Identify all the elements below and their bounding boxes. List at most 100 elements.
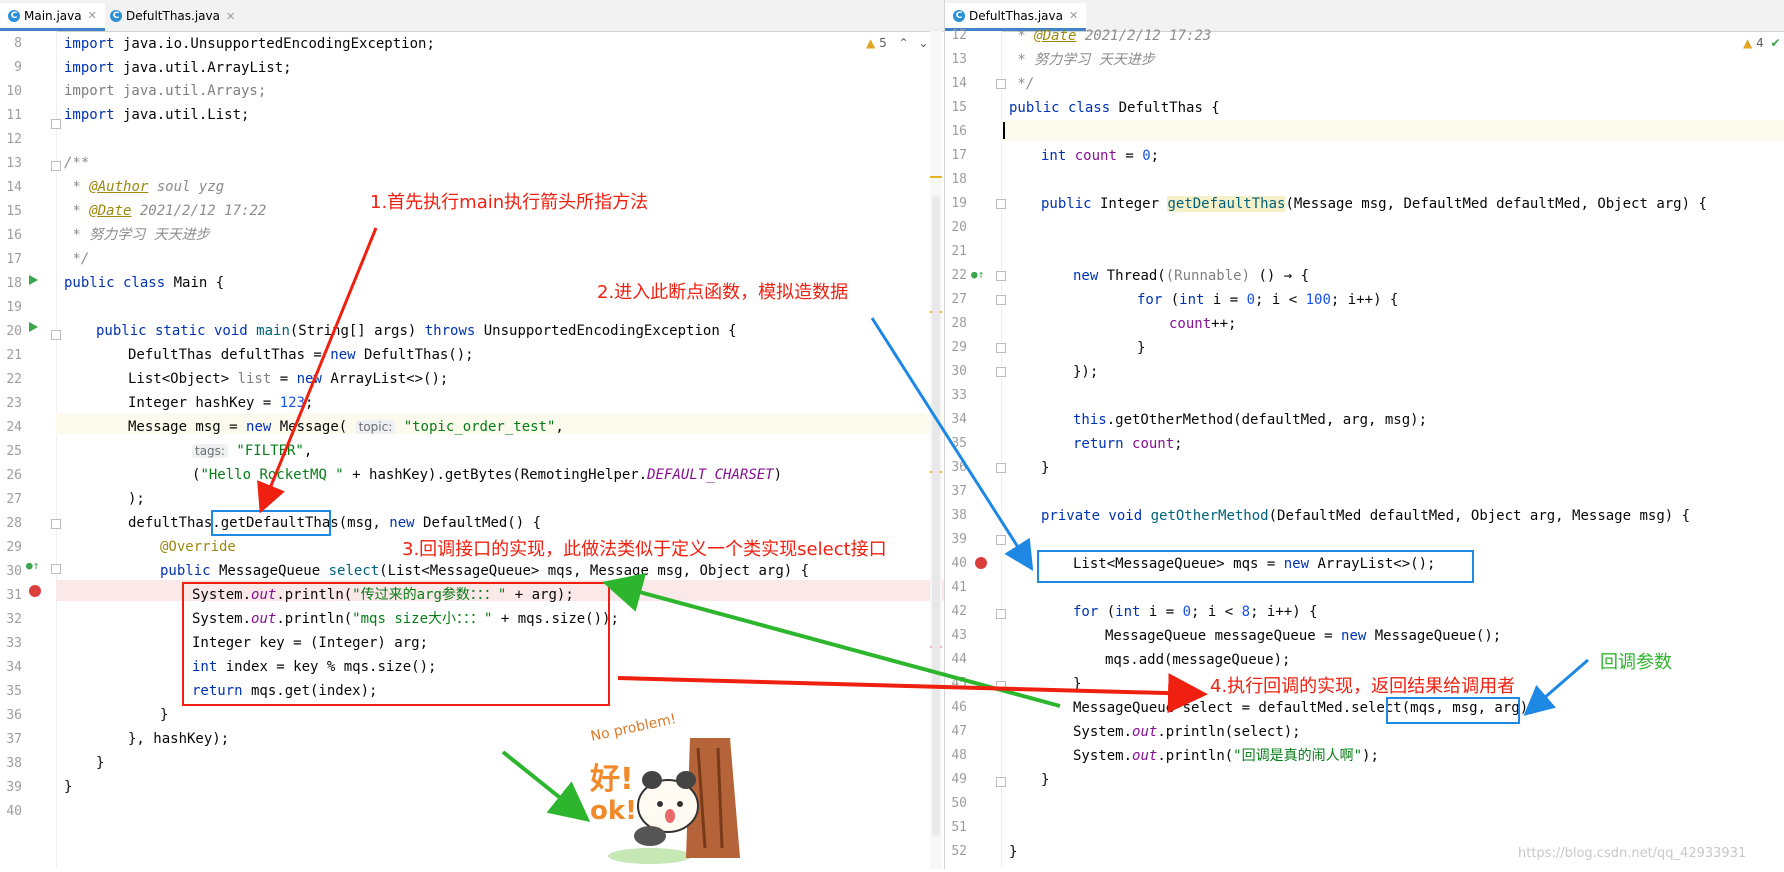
- code-line[interactable]: private void getOtherMethod(DefaultMed d…: [1041, 506, 1690, 526]
- code-line[interactable]: }: [1137, 338, 1145, 358]
- line-number: 29: [951, 340, 967, 355]
- fold-icon[interactable]: [996, 343, 1006, 353]
- code-line[interactable]: */: [1009, 74, 1034, 94]
- tab-label: DefultThas.java: [126, 9, 220, 23]
- code-line[interactable]: * @Date 2021/2/12 17:23: [1009, 26, 1211, 46]
- code-line[interactable]: /**: [64, 153, 89, 173]
- code-line[interactable]: Message msg = new Message( topic: "topic…: [128, 417, 564, 437]
- breakpoint-icon[interactable]: [975, 557, 987, 569]
- highlight-box-getdefaultthas-call: [211, 510, 331, 536]
- code-line[interactable]: return count;: [1073, 434, 1183, 454]
- warning-indicator[interactable]: ▲ 4 ✔: [1743, 36, 1781, 50]
- code-line[interactable]: }: [1041, 458, 1049, 478]
- code-line[interactable]: tags: "FILTER",: [192, 441, 312, 461]
- code-line[interactable]: public class Main {: [64, 273, 224, 293]
- right-editor-pane[interactable]: C DefultThas.java ✕ ▲ 4 ✔ 12 13 14 15 16 17 18…: [945, 0, 1784, 869]
- code-line[interactable]: * 努力学习 天天进步: [1009, 50, 1154, 70]
- code-line[interactable]: int count = 0;: [1041, 146, 1159, 166]
- code-line[interactable]: import java.io.UnsupportedEncodingExcept…: [64, 34, 435, 54]
- code-line[interactable]: for (int i = 0; i < 100; i++) {: [1137, 290, 1398, 310]
- code-line[interactable]: */: [64, 249, 89, 269]
- close-icon[interactable]: ✕: [226, 10, 235, 23]
- tab-defultthas-java[interactable]: C DefultThas.java ✕: [102, 3, 243, 29]
- code-line[interactable]: }: [1041, 770, 1049, 790]
- code-line[interactable]: }, hashKey);: [128, 729, 229, 749]
- line-number: 50: [951, 796, 967, 811]
- close-icon[interactable]: ✕: [1069, 9, 1078, 22]
- fold-icon[interactable]: [996, 609, 1006, 619]
- code-line[interactable]: mqs.add(messageQueue);: [1105, 650, 1290, 670]
- code-line[interactable]: for (int i = 0; i < 8; i++) {: [1073, 602, 1318, 622]
- highlight-box-breakpoint-line: [1037, 550, 1474, 583]
- code-line[interactable]: System.out.println(select);: [1073, 722, 1301, 742]
- code-line[interactable]: Integer hashKey = 123;: [128, 393, 313, 413]
- fold-icon[interactable]: [51, 161, 61, 171]
- code-line[interactable]: public static void main(String[] args) t…: [96, 321, 737, 341]
- warning-indicator[interactable]: ▲ 5 ⌃ ⌄: [866, 36, 928, 50]
- code-line[interactable]: }: [160, 705, 168, 725]
- code-line[interactable]: }: [64, 777, 72, 797]
- code-line[interactable]: );: [128, 489, 145, 509]
- code-line[interactable]: this.getOtherMethod(defaultMed, arg, msg…: [1073, 410, 1427, 430]
- code-line[interactable]: defultThas.getDefaultThas(msg, new Defau…: [128, 513, 541, 533]
- run-icon[interactable]: [29, 275, 38, 285]
- fold-icon[interactable]: [51, 519, 61, 529]
- code-line[interactable]: DefultThas defultThas = new DefultThas()…: [128, 345, 474, 365]
- line-number: 31: [6, 588, 22, 603]
- code-line[interactable]: }: [1009, 842, 1017, 862]
- code-line[interactable]: List<Object> list = new ArrayList<>();: [128, 369, 448, 389]
- code-line[interactable]: public Integer getDefaultThas(Message ms…: [1041, 194, 1707, 214]
- fold-icon[interactable]: [996, 295, 1006, 305]
- fold-icon[interactable]: [51, 119, 61, 129]
- chevron-down-icon[interactable]: ⌄: [918, 36, 928, 50]
- breakpoint-icon[interactable]: [29, 585, 41, 597]
- line-number: 22: [6, 372, 22, 387]
- code-line[interactable]: * @Author soul yzg: [64, 177, 224, 197]
- fold-icon[interactable]: [996, 681, 1006, 691]
- fold-icon[interactable]: [996, 463, 1006, 473]
- implements-icon: ●↑: [26, 559, 40, 572]
- code-line[interactable]: @Override: [160, 537, 236, 557]
- code-line[interactable]: });: [1073, 362, 1098, 382]
- fold-icon[interactable]: [996, 199, 1006, 209]
- code-line[interactable]: ("Hello RocketMQ " + hashKey).getBytes(R…: [192, 465, 782, 485]
- code-line[interactable]: * 努力学习 天天进步: [64, 225, 209, 245]
- class-icon: C: [953, 9, 965, 22]
- left-tab-bar: C Main.java ✕ C DefultThas.java ✕: [0, 0, 944, 32]
- fold-icon[interactable]: [996, 271, 1006, 281]
- code-line[interactable]: public class DefultThas {: [1009, 98, 1220, 118]
- left-editor-pane[interactable]: C Main.java ✕ C DefultThas.java ✕ ▲ 5 ⌃ …: [0, 0, 945, 869]
- code-line[interactable]: count++;: [1169, 314, 1236, 334]
- code-line[interactable]: import java.util.List;: [64, 105, 249, 125]
- current-line-highlight: [1001, 120, 1784, 141]
- code-line[interactable]: }: [96, 753, 104, 773]
- chevron-up-icon[interactable]: ⌃: [899, 36, 909, 50]
- fold-icon[interactable]: [996, 367, 1006, 377]
- code-line[interactable]: MessageQueue messageQueue = new MessageQ…: [1105, 626, 1501, 646]
- fold-icon[interactable]: [996, 777, 1006, 787]
- run-icon[interactable]: [29, 322, 38, 332]
- fold-icon[interactable]: [996, 79, 1006, 89]
- line-number: 40: [951, 556, 967, 571]
- left-scrollbar[interactable]: [930, 31, 942, 869]
- tab-main-java[interactable]: C Main.java ✕: [0, 3, 105, 31]
- scroll-thumb[interactable]: [932, 196, 940, 836]
- code-line[interactable]: }: [1073, 674, 1081, 694]
- tab-label: Main.java: [24, 8, 82, 23]
- fold-icon[interactable]: [51, 564, 61, 574]
- line-number: 12: [6, 132, 22, 147]
- code-line[interactable]: * @Date 2021/2/12 17:22: [64, 201, 266, 221]
- fold-icon[interactable]: [51, 330, 61, 340]
- code-line[interactable]: import java.util.Arrays;: [64, 81, 266, 101]
- close-icon[interactable]: ✕: [88, 9, 97, 22]
- code-line[interactable]: import java.util.ArrayList;: [64, 58, 292, 78]
- code-line[interactable]: System.out.println("回调是真的闹人啊");: [1073, 746, 1379, 766]
- fold-icon[interactable]: [996, 535, 1006, 545]
- line-number: 15: [6, 204, 22, 219]
- tab-label: DefultThas.java: [969, 8, 1063, 23]
- class-icon: C: [8, 9, 20, 22]
- line-number: 10: [6, 84, 22, 99]
- code-line[interactable]: new Thread((Runnable) () → {: [1073, 266, 1309, 286]
- line-number: 20: [6, 324, 22, 339]
- code-line[interactable]: public MessageQueue select(List<MessageQ…: [160, 561, 809, 581]
